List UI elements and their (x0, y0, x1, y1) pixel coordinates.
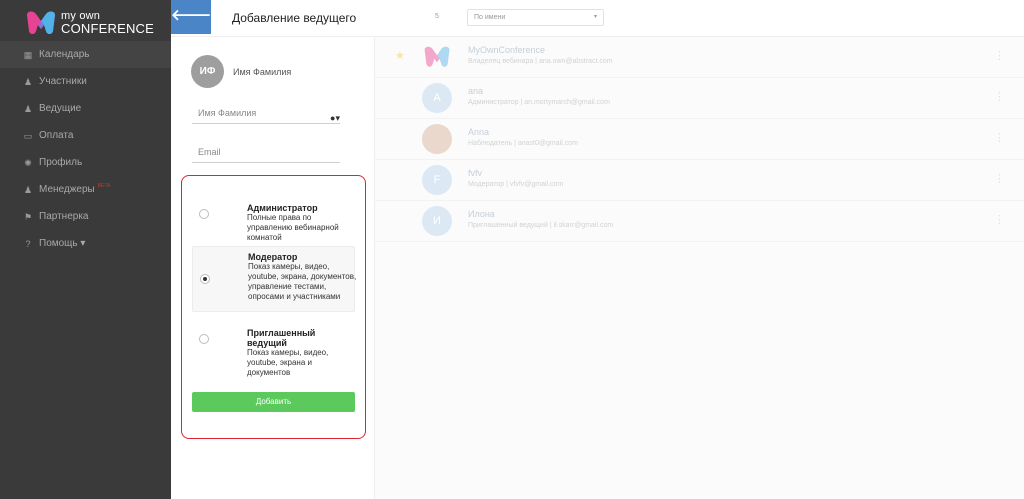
role-title: Администратор (247, 203, 318, 213)
list-item[interactable]: Anna Наблюдатель | anast0@gmail.com ⋮ (375, 119, 1024, 160)
row-name: MyOwnConference (468, 45, 546, 55)
help-icon: ? (25, 238, 31, 249)
sidebar-item-help[interactable]: ? Помощь ▾ (0, 230, 171, 257)
top-header: 🡐 Добавление ведущего 5 По имени ▾ (171, 0, 1024, 37)
row-meta: Модератор | vfvfv@gmail.com (468, 181, 564, 188)
add-presenter-form: ИФ Имя Фамилия Имя Фамилия ●▾ Email Адми… (171, 37, 374, 499)
sidebar-item-label: Оплата (39, 130, 74, 141)
more-menu-icon[interactable]: ⋮ (994, 172, 1005, 185)
star-icon[interactable]: ★ (395, 49, 405, 62)
sidebar-item-profile[interactable]: ✺ Профиль (0, 149, 171, 176)
row-meta: Наблюдатель | anast0@gmail.com (468, 140, 578, 147)
sidebar-item-label: Календарь (39, 49, 90, 60)
sort-select[interactable]: По имени ▾ (467, 9, 604, 26)
list-item[interactable]: F fvfv Модератор | vfvfv@gmail.com ⋮ (375, 160, 1024, 201)
role-option-moderator[interactable]: Модератор Показ камеры, видео, youtube, … (192, 246, 357, 312)
role-radio-guest[interactable] (199, 334, 209, 344)
row-name: Anna (468, 127, 490, 137)
logo-mark-icon (424, 46, 450, 67)
more-menu-icon[interactable]: ⋮ (994, 213, 1005, 226)
email-field[interactable]: Email (192, 142, 340, 163)
row-meta: Владелец вебинара | ana.own@abstract.com (468, 58, 613, 65)
sidebar-item-label: Менеджеры (39, 184, 95, 195)
role-description: Полные права по управлению вебинарной ко… (247, 213, 339, 242)
sidebar-item-partner[interactable]: ⚑ Партнерка (0, 203, 171, 230)
users-icon: ♟ (23, 76, 33, 87)
role-title: Приглашенный ведущий (247, 328, 316, 348)
list-item[interactable]: A ana Администратор | an.mortymarch@gmai… (375, 78, 1024, 119)
row-meta: Приглашенный ведущий | il.skarr@gmail.co… (468, 222, 614, 229)
row-name: fvfv (468, 168, 483, 178)
back-button[interactable]: 🡐 (171, 0, 211, 34)
presenters-icon: ♟ (23, 103, 33, 114)
add-button[interactable]: Добавить (192, 392, 355, 412)
sort-select-value: По имени (474, 14, 506, 21)
wallet-icon: ▭ (23, 130, 33, 141)
sidebar-item-participants[interactable]: ♟ Участники (0, 68, 171, 95)
brand-logo[interactable]: my own CONFERENCE (24, 9, 154, 37)
more-menu-icon[interactable]: ⋮ (994, 90, 1005, 103)
name-field-placeholder: Имя Фамилия (198, 108, 257, 118)
role-radio-admin[interactable] (199, 209, 209, 219)
brand-name: my own CONFERENCE (61, 11, 155, 36)
avatar: A (422, 83, 452, 113)
avatar: И (422, 206, 452, 236)
role-option-admin[interactable]: Администратор Полные права по управлению… (192, 198, 355, 247)
sidebar-item-label: Партнерка (39, 211, 89, 222)
avatar (422, 42, 452, 72)
chevron-down-icon: ▾ (593, 14, 597, 20)
name-field[interactable]: Имя Фамилия ●▾ (192, 103, 340, 124)
role-description: Показ камеры, видео, youtube, экрана и д… (247, 348, 329, 377)
sidebar-item-presenters[interactable]: ♟ Ведущие (0, 95, 171, 122)
sidebar-item-managers[interactable]: ♟ Менеджеры BETA (0, 176, 171, 203)
brand-line2: CONFERENCE (61, 21, 155, 36)
presenter-count: 5 (435, 13, 439, 20)
avatar-name: Имя Фамилия (233, 67, 292, 77)
avatar[interactable]: ИФ (191, 55, 224, 88)
arrow-left-icon: 🡐 (171, 7, 212, 24)
calendar-icon: ▦ (23, 49, 33, 60)
sidebar-item-calendar[interactable]: ▦ Календарь (0, 41, 171, 68)
partner-icon: ⚑ (23, 211, 33, 222)
sidebar-item-label: Профиль (39, 157, 83, 168)
page-title: Добавление ведущего (232, 11, 357, 25)
role-title: Модератор (248, 252, 298, 262)
email-field-placeholder: Email (198, 147, 221, 157)
sidebar-nav: ▦ Календарь ♟ Участники ♟ Ведущие ▭ Опла… (0, 41, 171, 257)
avatar-photo (422, 124, 452, 154)
role-radio-moderator[interactable] (200, 274, 210, 284)
sidebar-item-label: Участники (39, 76, 87, 87)
list-item[interactable]: ★ MyOwnConference Владелец вебинара | an… (375, 37, 1024, 78)
sidebar-item-label: Ведущие (39, 103, 82, 114)
sidebar: my own CONFERENCE ▦ Календарь ♟ Участник… (0, 0, 171, 499)
sidebar-item-payment[interactable]: ▭ Оплата (0, 122, 171, 149)
more-menu-icon[interactable]: ⋮ (994, 49, 1005, 62)
beta-badge: BETA (97, 182, 111, 189)
more-menu-icon[interactable]: ⋮ (994, 131, 1005, 144)
avatar: F (422, 165, 452, 195)
presenter-list: ★ MyOwnConference Владелец вебинара | an… (374, 37, 1024, 499)
role-option-guest-presenter[interactable]: Приглашенный ведущий Показ камеры, видео… (192, 323, 355, 382)
list-item[interactable]: И Илона Приглашенный ведущий | il.skarr@… (375, 201, 1024, 242)
row-name: ana (468, 86, 484, 96)
sidebar-item-label: Помощь ▾ (39, 238, 86, 249)
gear-icon: ✺ (24, 157, 32, 168)
person-select-icon[interactable]: ●▾ (330, 108, 340, 129)
managers-icon: ♟ (23, 184, 33, 195)
row-name: Илона (468, 209, 495, 219)
roles-highlight-box: Администратор Полные права по управлению… (181, 175, 366, 439)
role-description: Показ камеры, видео, youtube, экрана, до… (248, 262, 357, 301)
row-meta: Администратор | an.mortymarch@gmail.com (468, 99, 610, 106)
logo-mark-icon (27, 11, 55, 34)
